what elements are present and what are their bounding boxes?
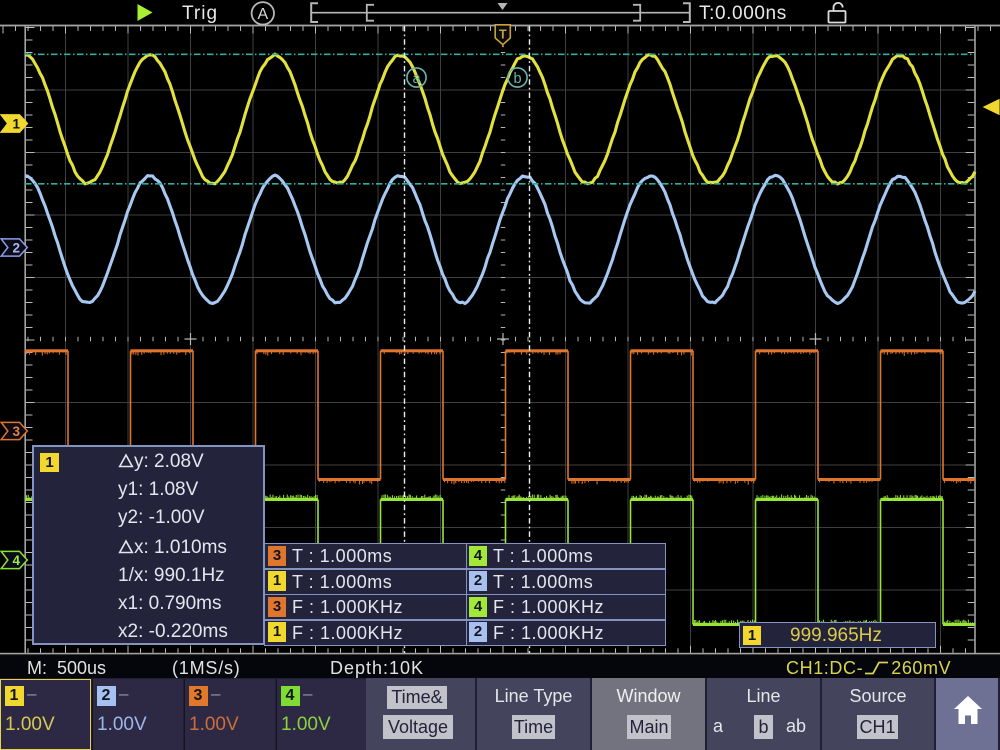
svg-text:a: a	[412, 71, 421, 87]
svg-text:3: 3	[12, 424, 20, 439]
svg-text:2: 2	[12, 241, 20, 256]
svg-text:1: 1	[12, 117, 20, 132]
svg-text:A: A	[257, 6, 268, 23]
svg-text:b: b	[513, 71, 521, 87]
svg-text:T: T	[499, 28, 507, 42]
svg-text:4: 4	[12, 553, 20, 568]
